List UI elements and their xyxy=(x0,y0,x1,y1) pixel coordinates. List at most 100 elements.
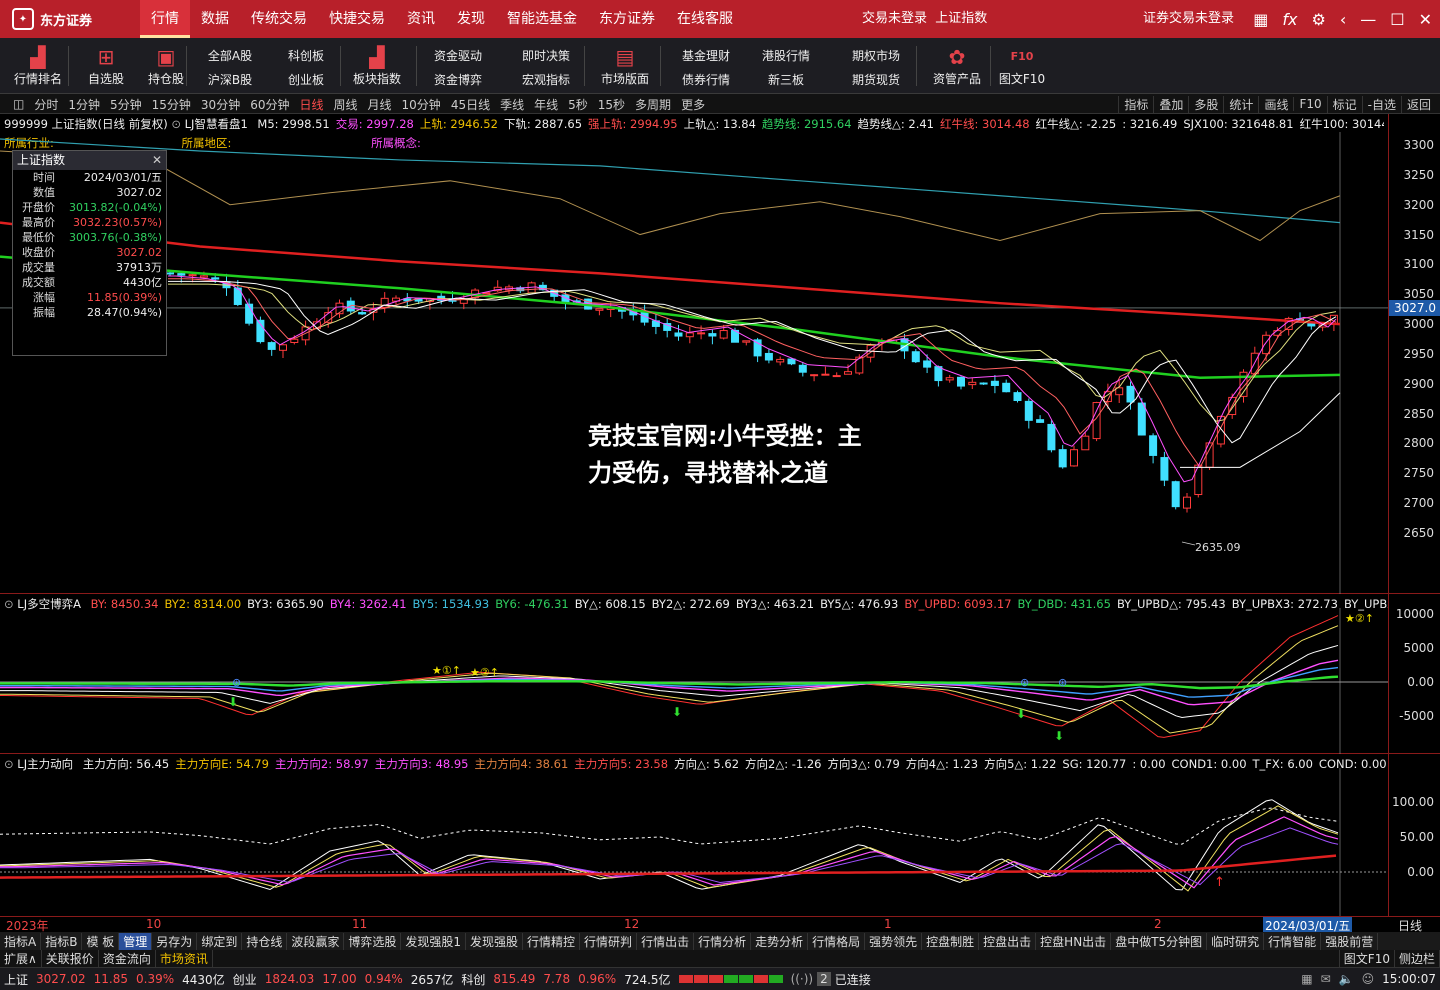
tool-6[interactable]: 标记 xyxy=(1326,95,1362,113)
close-icon[interactable]: ✕ xyxy=(1419,10,1432,29)
toolbar-item[interactable]: 创业板 xyxy=(272,68,340,92)
template-tab-18[interactable]: 控盘制胜 xyxy=(922,932,980,950)
toolbar-item[interactable]: 资金博弈 xyxy=(424,68,492,92)
toolbar-item[interactable]: 即时决策 xyxy=(512,44,580,68)
template-tab-3[interactable]: 管理 xyxy=(119,932,153,950)
close-icon[interactable]: ✕ xyxy=(152,151,162,170)
toolbar-item[interactable]: 全部A股 xyxy=(196,44,264,68)
period-8[interactable]: 月线 xyxy=(363,96,397,113)
template-tab-5[interactable]: 绑定到 xyxy=(197,932,243,950)
menu-4[interactable]: 资讯 xyxy=(396,0,446,38)
toolbar-item[interactable]: 期货现货 xyxy=(842,68,910,92)
template-tab-21[interactable]: 盘中做T5分钟图 xyxy=(1111,932,1208,950)
menu-7[interactable]: 东方证券 xyxy=(588,0,666,38)
grid-icon[interactable]: ▦ xyxy=(1253,10,1268,29)
template-tab-8[interactable]: 博弈选股 xyxy=(344,932,402,950)
period-1[interactable]: 1分钟 xyxy=(63,96,105,113)
period-12[interactable]: 年线 xyxy=(529,96,563,113)
toolbar-plus[interactable]: ⊞ 自选股 xyxy=(78,42,134,87)
f10-link[interactable]: 图文F10 xyxy=(1338,950,1395,967)
toolbar-item[interactable]: 港股行情 xyxy=(752,44,820,68)
period-7[interactable]: 周线 xyxy=(329,96,363,113)
menu-8[interactable]: 在线客服 xyxy=(666,0,744,38)
main-force-chart[interactable]: ↑ xyxy=(0,754,1388,916)
template-tab-23[interactable]: 行情智能 xyxy=(1264,932,1322,950)
toolbar-item[interactable]: 宏观指标 xyxy=(512,68,580,92)
tool-0[interactable]: 指标 xyxy=(1118,95,1153,113)
period-15[interactable]: 多周期 xyxy=(630,96,676,113)
template-tab-7[interactable]: 波段赢家 xyxy=(287,932,345,950)
menu-3[interactable]: 快捷交易 xyxy=(318,0,396,38)
calculator-icon[interactable]: ▦ xyxy=(1297,972,1316,986)
kc-index-name[interactable]: 科创 xyxy=(457,971,489,988)
trade-login-status[interactable]: 交易未登录 上证指数 xyxy=(862,0,987,38)
template-tab-1[interactable]: 指标B xyxy=(41,932,83,950)
period-5[interactable]: 60分钟 xyxy=(245,96,294,113)
tool-2[interactable]: 多股 xyxy=(1188,95,1223,113)
template-tab-11[interactable]: 行情精控 xyxy=(523,932,581,950)
template-tab-2[interactable]: 模 板 xyxy=(82,932,120,950)
subtab-0[interactable]: 扩展∧ xyxy=(0,950,42,967)
block-index-button[interactable]: ▟ 板块指数 xyxy=(346,42,408,87)
minimize-icon[interactable]: — xyxy=(1360,10,1376,29)
square-icon[interactable]: ◫ xyxy=(8,97,29,111)
template-tab-4[interactable]: 另存为 xyxy=(152,932,198,950)
template-tab-6[interactable]: 持仓线 xyxy=(242,932,288,950)
toolbar-item[interactable]: 沪深B股 xyxy=(196,68,264,92)
asset-products-button[interactable]: ✿ 资管产品 xyxy=(926,42,988,87)
template-tab-14[interactable]: 行情分析 xyxy=(694,932,752,950)
template-tab-15[interactable]: 走势分析 xyxy=(751,932,809,950)
period-9[interactable]: 10分钟 xyxy=(397,96,446,113)
period-10[interactable]: 45日线 xyxy=(446,96,495,113)
template-tab-17[interactable]: 强势领先 xyxy=(865,932,923,950)
toolbar-item[interactable]: 资金驱动 xyxy=(424,44,492,68)
period-0[interactable]: 分时 xyxy=(29,96,63,113)
gear-icon[interactable]: ⚙ xyxy=(1312,10,1326,29)
template-tab-0[interactable]: 指标A xyxy=(0,932,42,950)
back-icon[interactable]: ‹ xyxy=(1340,10,1346,29)
sidebar-toggle[interactable]: 侧边栏 xyxy=(1395,950,1440,967)
toolbar-item[interactable]: 新三板 xyxy=(752,68,820,92)
template-tab-16[interactable]: 行情格局 xyxy=(808,932,866,950)
candlestick-chart[interactable]: 2635.09 xyxy=(0,114,1388,594)
template-tab-12[interactable]: 行情研判 xyxy=(580,932,638,950)
menu-0[interactable]: 行情 xyxy=(140,0,190,38)
f10-button[interactable]: F10 图文F10 xyxy=(996,42,1048,87)
tool-5[interactable]: F10 xyxy=(1293,97,1326,111)
tool-4[interactable]: 画线 xyxy=(1258,95,1293,113)
tool-1[interactable]: 叠加 xyxy=(1153,95,1188,113)
period-2[interactable]: 5分钟 xyxy=(105,96,147,113)
subtab-2[interactable]: 资金流向 xyxy=(99,950,156,967)
template-tab-9[interactable]: 发现强股1 xyxy=(401,932,467,950)
template-tab-20[interactable]: 控盘HN出击 xyxy=(1036,932,1112,950)
market-layout-button[interactable]: ▤ 市场版面 xyxy=(594,42,656,87)
toolbar-item[interactable]: 基金理财 xyxy=(672,44,740,68)
period-16[interactable]: 更多 xyxy=(676,96,710,113)
template-tab-13[interactable]: 行情出击 xyxy=(637,932,695,950)
period-4[interactable]: 30分钟 xyxy=(196,96,245,113)
template-tab-10[interactable]: 发现强股 xyxy=(466,932,524,950)
bull-bear-chart[interactable]: ★①↑ ★②↑ ⊛ ⊛ ⊛ ★②↑ ⬇ ⬇ ⬇ ⬇ xyxy=(0,594,1388,754)
toolbar-item[interactable]: 债券行情 xyxy=(672,68,740,92)
message-icon[interactable]: ✉ xyxy=(1317,972,1335,986)
formula-icon[interactable]: fx xyxy=(1282,10,1297,29)
period-11[interactable]: 季线 xyxy=(495,96,529,113)
trade-login-text[interactable]: 交易未登录 xyxy=(862,11,927,26)
maximize-icon[interactable]: ☐ xyxy=(1390,10,1404,29)
tool-8[interactable]: 返回 xyxy=(1400,95,1436,113)
tool-3[interactable]: 统计 xyxy=(1223,95,1258,113)
cy-index-name[interactable]: 创业 xyxy=(229,971,261,988)
menu-2[interactable]: 传统交易 xyxy=(240,0,318,38)
period-3[interactable]: 15分钟 xyxy=(147,96,196,113)
toolbar-bar-chart[interactable]: ▟ 行情排名 xyxy=(10,42,66,87)
toolbar-item[interactable]: 期权市场 xyxy=(842,44,910,68)
securities-login-status[interactable]: 证券交易未登录 xyxy=(1143,0,1234,38)
period-6[interactable]: 日线 xyxy=(294,96,328,113)
sh-index-name[interactable]: 上证 xyxy=(0,971,32,988)
sound-icon[interactable]: 🔈 xyxy=(1335,972,1358,986)
subtab-1[interactable]: 关联报价 xyxy=(42,950,99,967)
menu-6[interactable]: 智能选基金 xyxy=(496,0,588,38)
template-tab-22[interactable]: 临时研究 xyxy=(1207,932,1265,950)
template-tab-19[interactable]: 控盘出击 xyxy=(979,932,1037,950)
template-tab-24[interactable]: 强股前营 xyxy=(1321,932,1379,950)
